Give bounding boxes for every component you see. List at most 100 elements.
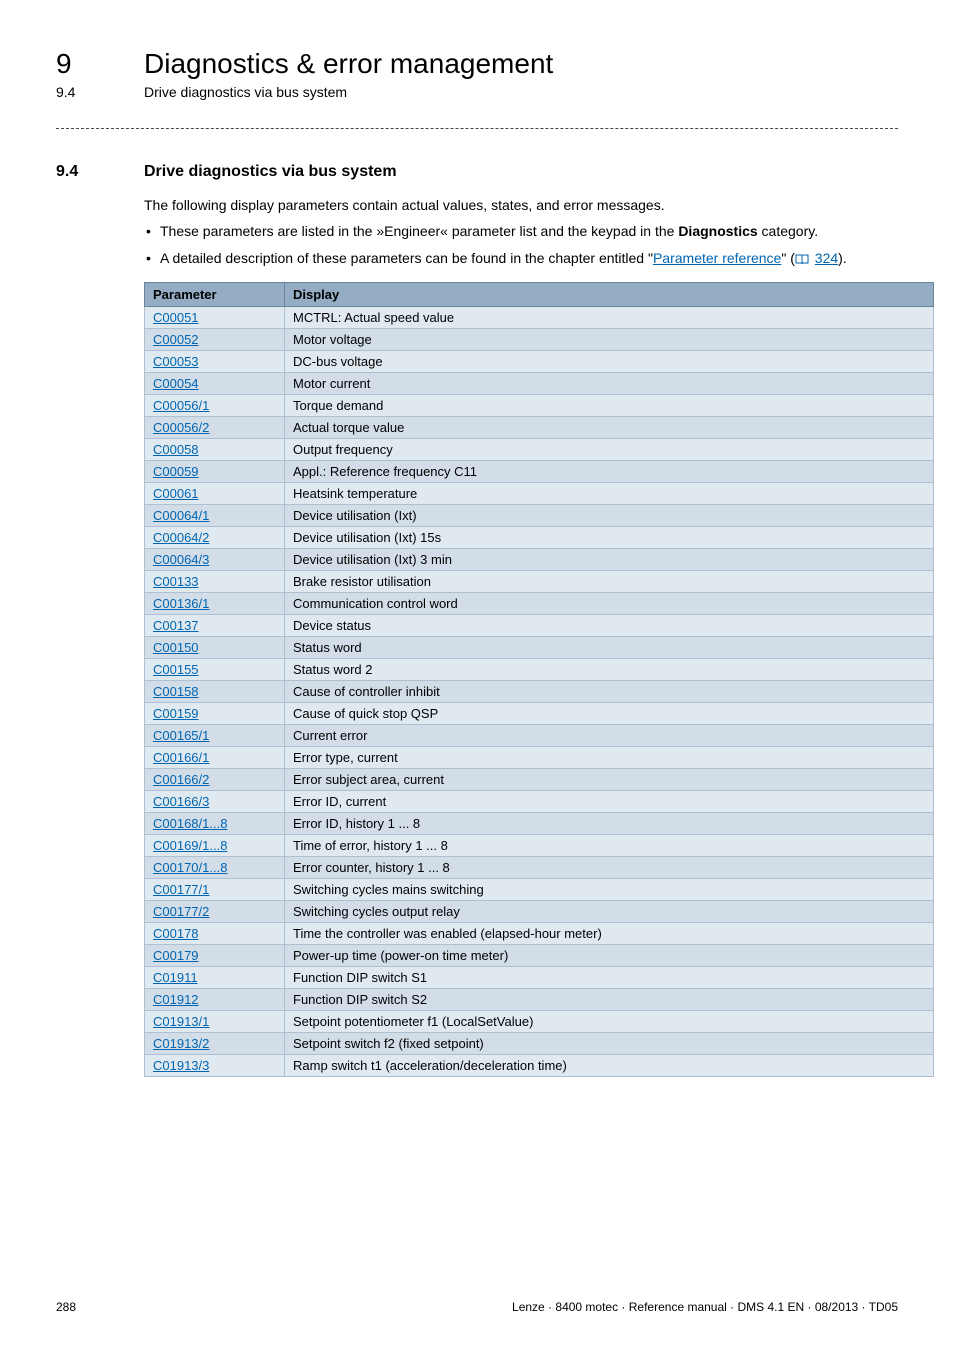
parameter-link[interactable]: C00165/1 bbox=[153, 728, 209, 743]
table-row: C00052Motor voltage bbox=[145, 328, 934, 350]
parameter-link[interactable]: C00159 bbox=[153, 706, 199, 721]
parameter-link[interactable]: C00158 bbox=[153, 684, 199, 699]
parameter-link[interactable]: C00136/1 bbox=[153, 596, 209, 611]
parameter-link[interactable]: C00170/1...8 bbox=[153, 860, 227, 875]
parameter-reference-link[interactable]: Parameter reference bbox=[653, 250, 781, 266]
parameter-link[interactable]: C00155 bbox=[153, 662, 199, 677]
parameter-link[interactable]: C00059 bbox=[153, 464, 199, 479]
bullet-bold: Diagnostics bbox=[678, 223, 757, 239]
page-number: 288 bbox=[56, 1300, 76, 1314]
bullet-item: These parameters are listed in the »Engi… bbox=[144, 221, 898, 241]
table-row: C00136/1Communication control word bbox=[145, 592, 934, 614]
display-cell: Error type, current bbox=[285, 746, 934, 768]
table-row: C00058Output frequency bbox=[145, 438, 934, 460]
table-row: C00165/1 Current error bbox=[145, 724, 934, 746]
display-cell: Ramp switch t1 (acceleration/deceleratio… bbox=[285, 1054, 934, 1076]
parameter-link[interactable]: C00133 bbox=[153, 574, 199, 589]
parameter-link[interactable]: C00058 bbox=[153, 442, 199, 457]
table-row: C00064/2 Device utilisation (Ixt) 15s bbox=[145, 526, 934, 548]
parameter-link[interactable]: C00166/1 bbox=[153, 750, 209, 765]
parameter-link[interactable]: C00054 bbox=[153, 376, 199, 391]
page-ref-link[interactable]: 324 bbox=[815, 250, 838, 266]
table-row: C00158Cause of controller inhibit bbox=[145, 680, 934, 702]
section-title: Drive diagnostics via bus system bbox=[144, 163, 397, 181]
intro-text: The following display parameters contain… bbox=[144, 195, 898, 215]
parameter-link[interactable]: C00064/3 bbox=[153, 552, 209, 567]
display-cell: Power-up time (power-on time meter) bbox=[285, 944, 934, 966]
table-row: C00166/3 Error ID, current bbox=[145, 790, 934, 812]
parameter-link[interactable]: C00061 bbox=[153, 486, 199, 501]
display-cell: Error subject area, current bbox=[285, 768, 934, 790]
parameter-link[interactable]: C00051 bbox=[153, 310, 199, 325]
bullet-text: A detailed description of these paramete… bbox=[160, 250, 653, 266]
parameter-link[interactable]: C01913/3 bbox=[153, 1058, 209, 1073]
display-cell: Setpoint switch f2 (fixed setpoint) bbox=[285, 1032, 934, 1054]
table-row: C01912Function DIP switch S2 bbox=[145, 988, 934, 1010]
parameter-link[interactable]: C00169/1...8 bbox=[153, 838, 227, 853]
parameter-link[interactable]: C00056/1 bbox=[153, 398, 209, 413]
parameter-link[interactable]: C00166/2 bbox=[153, 772, 209, 787]
footer-meta: Lenze · 8400 motec · Reference manual · … bbox=[512, 1300, 898, 1314]
table-row: C00177/1Switching cycles mains switching bbox=[145, 878, 934, 900]
display-cell: MCTRL: Actual speed value bbox=[285, 306, 934, 328]
parameter-link[interactable]: C00137 bbox=[153, 618, 199, 633]
parameter-link[interactable]: C00052 bbox=[153, 332, 199, 347]
display-cell: Status word 2 bbox=[285, 658, 934, 680]
display-cell: Device utilisation (Ixt) 3 min bbox=[285, 548, 934, 570]
parameter-link[interactable]: C00064/1 bbox=[153, 508, 209, 523]
parameter-link[interactable]: C00168/1...8 bbox=[153, 816, 227, 831]
table-row: C01913/3 Ramp switch t1 (acceleration/dec… bbox=[145, 1054, 934, 1076]
parameter-link[interactable]: C01912 bbox=[153, 992, 199, 1007]
display-cell: Cause of quick stop QSP bbox=[285, 702, 934, 724]
display-cell: Function DIP switch S1 bbox=[285, 966, 934, 988]
table-row: C00059Appl.: Reference frequency C11 bbox=[145, 460, 934, 482]
display-cell: Heatsink temperature bbox=[285, 482, 934, 504]
display-cell: Motor current bbox=[285, 372, 934, 394]
table-row: C00159 Cause of quick stop QSP bbox=[145, 702, 934, 724]
col-header-display: Display bbox=[285, 282, 934, 306]
table-row: C00056/1 Torque demand bbox=[145, 394, 934, 416]
parameter-link[interactable]: C00053 bbox=[153, 354, 199, 369]
display-cell: Actual torque value bbox=[285, 416, 934, 438]
display-cell: Device utilisation (Ixt) bbox=[285, 504, 934, 526]
parameter-link[interactable]: C00177/1 bbox=[153, 882, 209, 897]
parameter-table: Parameter Display C00051 MCTRL: Actual sp… bbox=[144, 282, 934, 1077]
parameter-link[interactable]: C00177/2 bbox=[153, 904, 209, 919]
parameter-link[interactable]: C00056/2 bbox=[153, 420, 209, 435]
table-row: C00168/1...8Error ID, history 1 ... 8 bbox=[145, 812, 934, 834]
parameter-link[interactable]: C00166/3 bbox=[153, 794, 209, 809]
display-cell: Current error bbox=[285, 724, 934, 746]
table-row: C00061 Heatsink temperature bbox=[145, 482, 934, 504]
parameter-link[interactable]: C00179 bbox=[153, 948, 199, 963]
parameter-link[interactable]: C00178 bbox=[153, 926, 199, 941]
section-number: 9.4 bbox=[56, 163, 112, 181]
parameter-link[interactable]: C01913/2 bbox=[153, 1036, 209, 1051]
parameter-link[interactable]: C00064/2 bbox=[153, 530, 209, 545]
table-row: C00051 MCTRL: Actual speed value bbox=[145, 306, 934, 328]
display-cell: Error ID, current bbox=[285, 790, 934, 812]
table-row: C01911 Function DIP switch S1 bbox=[145, 966, 934, 988]
display-cell: Setpoint potentiometer f1 (LocalSetValue… bbox=[285, 1010, 934, 1032]
table-row: C00177/2 Switching cycles output relay bbox=[145, 900, 934, 922]
parameter-link[interactable]: C01913/1 bbox=[153, 1014, 209, 1029]
display-cell: DC-bus voltage bbox=[285, 350, 934, 372]
parameter-link[interactable]: C01911 bbox=[153, 970, 198, 985]
table-row: C00150Status word bbox=[145, 636, 934, 658]
table-row: C00178 Time the controller was enabled (e… bbox=[145, 922, 934, 944]
display-cell: Device utilisation (Ixt) 15s bbox=[285, 526, 934, 548]
table-row: C01913/1 Setpoint potentiometer f1 (Local… bbox=[145, 1010, 934, 1032]
display-cell: Torque demand bbox=[285, 394, 934, 416]
table-row: C00155 Status word 2 bbox=[145, 658, 934, 680]
col-header-parameter: Parameter bbox=[145, 282, 285, 306]
bullet-text: ). bbox=[838, 250, 847, 266]
table-row: C00054 Motor current bbox=[145, 372, 934, 394]
table-row: C00166/2 Error subject area, current bbox=[145, 768, 934, 790]
display-cell: Switching cycles output relay bbox=[285, 900, 934, 922]
table-row: C00137Device status bbox=[145, 614, 934, 636]
display-cell: Time the controller was enabled (elapsed… bbox=[285, 922, 934, 944]
parameter-link[interactable]: C00150 bbox=[153, 640, 199, 655]
table-row: C00133Brake resistor utilisation bbox=[145, 570, 934, 592]
section-intro-block: The following display parameters contain… bbox=[144, 195, 898, 270]
bullet-text: category. bbox=[758, 223, 818, 239]
book-icon bbox=[795, 250, 809, 270]
